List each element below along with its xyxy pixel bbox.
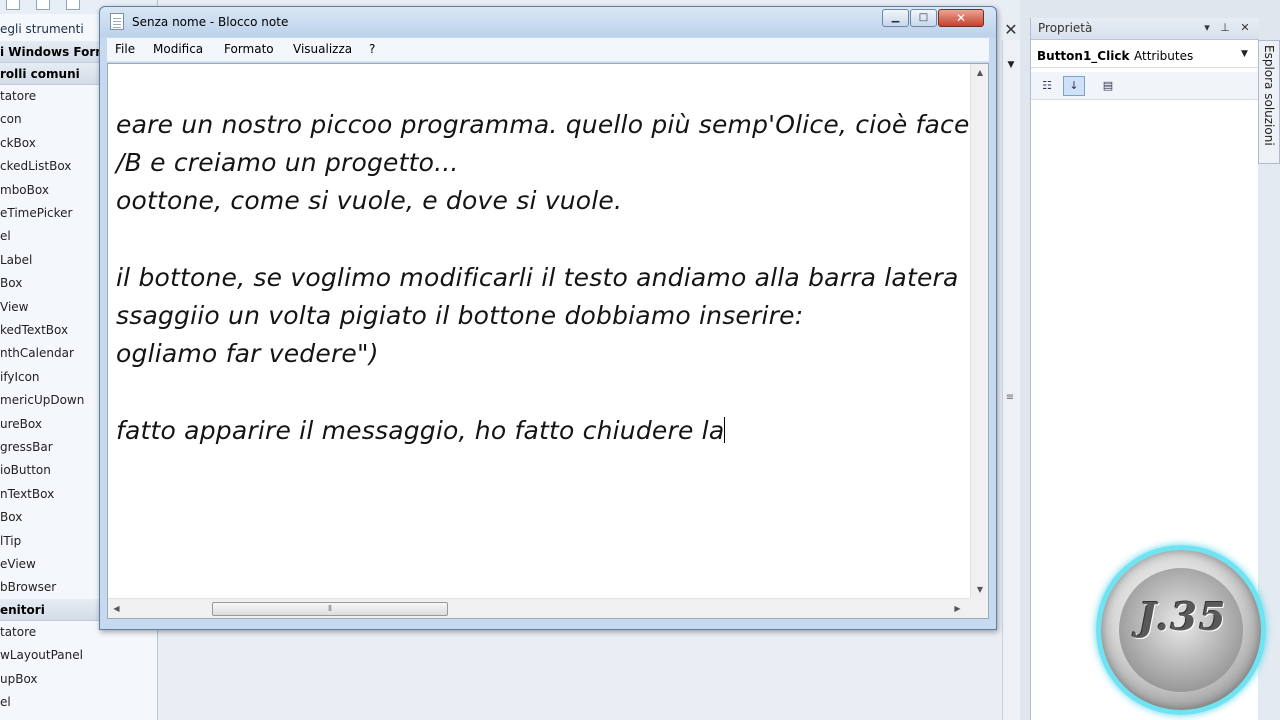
- properties-title: Proprietà: [1038, 21, 1093, 35]
- close-button[interactable]: ✕: [938, 9, 984, 27]
- text-line-current: fatto apparire il messaggio, ho fatto ch…: [116, 416, 726, 445]
- menu-view[interactable]: Visualizza: [293, 42, 352, 56]
- menu-file[interactable]: File: [115, 42, 135, 56]
- vertical-scrollbar[interactable]: ▲ ▼: [970, 64, 988, 598]
- arrow-down-icon[interactable]: ▼: [971, 581, 989, 598]
- alphabetical-icon[interactable]: ↓: [1063, 76, 1085, 96]
- size-grip[interactable]: [970, 598, 988, 618]
- notepad-titlebar[interactable]: Senza nome - Blocco note ▁ □ ✕: [100, 7, 996, 37]
- arrow-right-icon[interactable]: ▶: [949, 599, 966, 619]
- object-type: Attributes: [1134, 49, 1194, 63]
- text-line: ogliamo far vedere"): [116, 339, 379, 368]
- close-icon[interactable]: ✕: [1002, 20, 1020, 40]
- properties-titlebar: Proprietà ▾ ⊥ ✕: [1031, 18, 1259, 40]
- chevron-down-icon[interactable]: ▾: [1199, 20, 1215, 36]
- toolbar-icon[interactable]: [66, 0, 80, 10]
- text-line: il bottone, se voglimo modificarli il te…: [116, 263, 959, 292]
- toolbar-icon[interactable]: [6, 0, 20, 10]
- maximize-button[interactable]: □: [910, 9, 937, 27]
- menu-bar: File Modifica Formato Visualizza ?: [107, 38, 989, 62]
- properties-object-selector[interactable]: Button1_Click Attributes ▼: [1031, 44, 1259, 68]
- toolbar-icon[interactable]: [36, 0, 50, 10]
- splitter-grip-icon[interactable]: ≡: [1004, 392, 1016, 404]
- solution-explorer-label: Esplora soluzioni: [1262, 45, 1276, 146]
- properties-toolbar: ☷ ↓ ▤: [1031, 72, 1259, 100]
- text-line: eare un nostro piccoo programma. quello …: [116, 110, 970, 139]
- chevron-down-icon[interactable]: ▼: [1241, 49, 1248, 59]
- text-editor-area[interactable]: eare un nostro piccoo programma. quello …: [108, 64, 970, 598]
- window-title: Senza nome - Blocco note: [132, 15, 289, 29]
- horizontal-scrollbar[interactable]: ◀ ⦀ ▶: [108, 598, 970, 618]
- horizontal-scroll-thumb[interactable]: ⦀: [212, 602, 448, 616]
- arrow-left-icon[interactable]: ◀: [108, 599, 125, 619]
- property-pages-icon[interactable]: ▤: [1097, 76, 1119, 96]
- categorized-icon[interactable]: ☷: [1036, 76, 1058, 96]
- toolbox-item[interactable]: upBox: [0, 668, 157, 691]
- notepad-window: Senza nome - Blocco note ▁ □ ✕ File Modi…: [99, 6, 997, 630]
- arrow-up-icon[interactable]: ▲: [971, 64, 989, 81]
- menu-help[interactable]: ?: [369, 42, 375, 56]
- text-line: ssaggiio un volta pigiato il bottone dob…: [116, 301, 804, 330]
- menu-format[interactable]: Formato: [224, 42, 274, 56]
- minimize-icon: ▁: [891, 12, 900, 23]
- logo-text: J.35: [1138, 594, 1228, 639]
- object-name: Button1_Click: [1037, 49, 1130, 63]
- toolbox-item[interactable]: el: [0, 691, 157, 714]
- pin-icon[interactable]: ⊥: [1217, 20, 1233, 36]
- maximize-icon: □: [918, 12, 929, 23]
- solution-explorer-tab[interactable]: Esplora soluzioni: [1258, 40, 1280, 164]
- text-line: oottone, come si vuole, e dove si vuole.: [116, 186, 623, 215]
- notepad-doc-icon[interactable]: [110, 13, 124, 30]
- notepad-client: eare un nostro piccoo programma. quello …: [107, 63, 989, 619]
- menu-edit[interactable]: Modifica: [153, 42, 203, 56]
- close-icon[interactable]: ✕: [1237, 20, 1253, 36]
- close-icon: ✕: [955, 11, 967, 25]
- text-line: /B e creiamo un progetto...: [116, 148, 459, 177]
- minimize-button[interactable]: ▁: [882, 9, 909, 27]
- editor-scrollbar[interactable]: [1002, 40, 1020, 720]
- text-caret: [724, 417, 726, 443]
- toolbox-item[interactable]: wLayoutPanel: [0, 644, 157, 667]
- watermark-logo: J.35: [1096, 545, 1266, 715]
- chevron-down-icon[interactable]: ▼: [1004, 58, 1018, 72]
- text-line: fatto apparire il messaggio, ho fatto ch…: [116, 416, 725, 445]
